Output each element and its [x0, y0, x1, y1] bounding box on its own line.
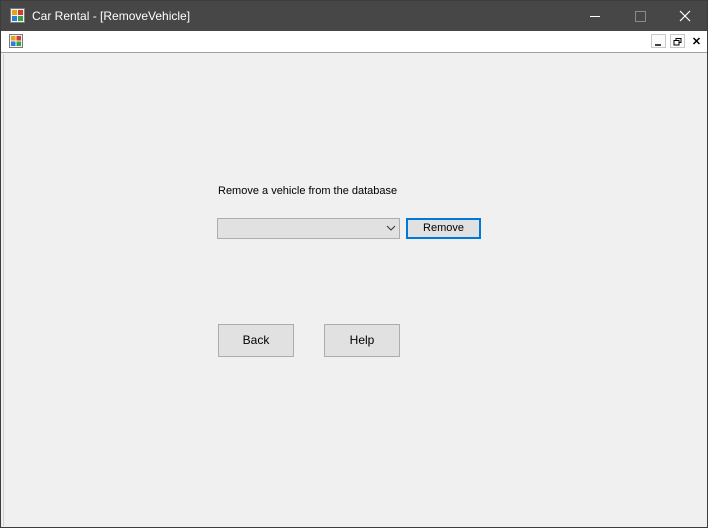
chevron-down-icon [386, 225, 396, 231]
maximize-icon [635, 11, 646, 22]
close-icon [679, 10, 691, 22]
child-form-icon[interactable] [9, 34, 23, 48]
form-heading: Remove a vehicle from the database [218, 185, 398, 197]
mdi-menu-strip [1, 31, 707, 53]
mdi-restore-button[interactable] [670, 34, 685, 48]
minimize-button[interactable] [572, 1, 618, 31]
mdi-close-button[interactable] [689, 34, 704, 48]
help-button[interactable]: Help [324, 324, 400, 357]
back-button[interactable]: Back [218, 324, 294, 357]
app-window: Car Rental - [RemoveVehicle] Remove a ve… [0, 0, 708, 528]
remove-vehicle-form: Remove a vehicle from the database Remov… [3, 54, 707, 526]
minimize-icon [590, 16, 600, 17]
close-button[interactable] [661, 1, 707, 31]
mdi-minimize-icon [655, 44, 661, 46]
vehicle-select[interactable] [217, 218, 400, 239]
title-bar[interactable]: Car Rental - [RemoveVehicle] [1, 1, 707, 31]
mdi-restore-icon [673, 38, 682, 46]
remove-button[interactable]: Remove [406, 218, 481, 239]
mdi-minimize-button[interactable] [651, 34, 666, 48]
maximize-button[interactable] [618, 1, 664, 31]
mdi-close-icon [692, 37, 701, 45]
window-title: Car Rental - [RemoveVehicle] [32, 9, 191, 23]
app-icon[interactable] [10, 8, 25, 23]
